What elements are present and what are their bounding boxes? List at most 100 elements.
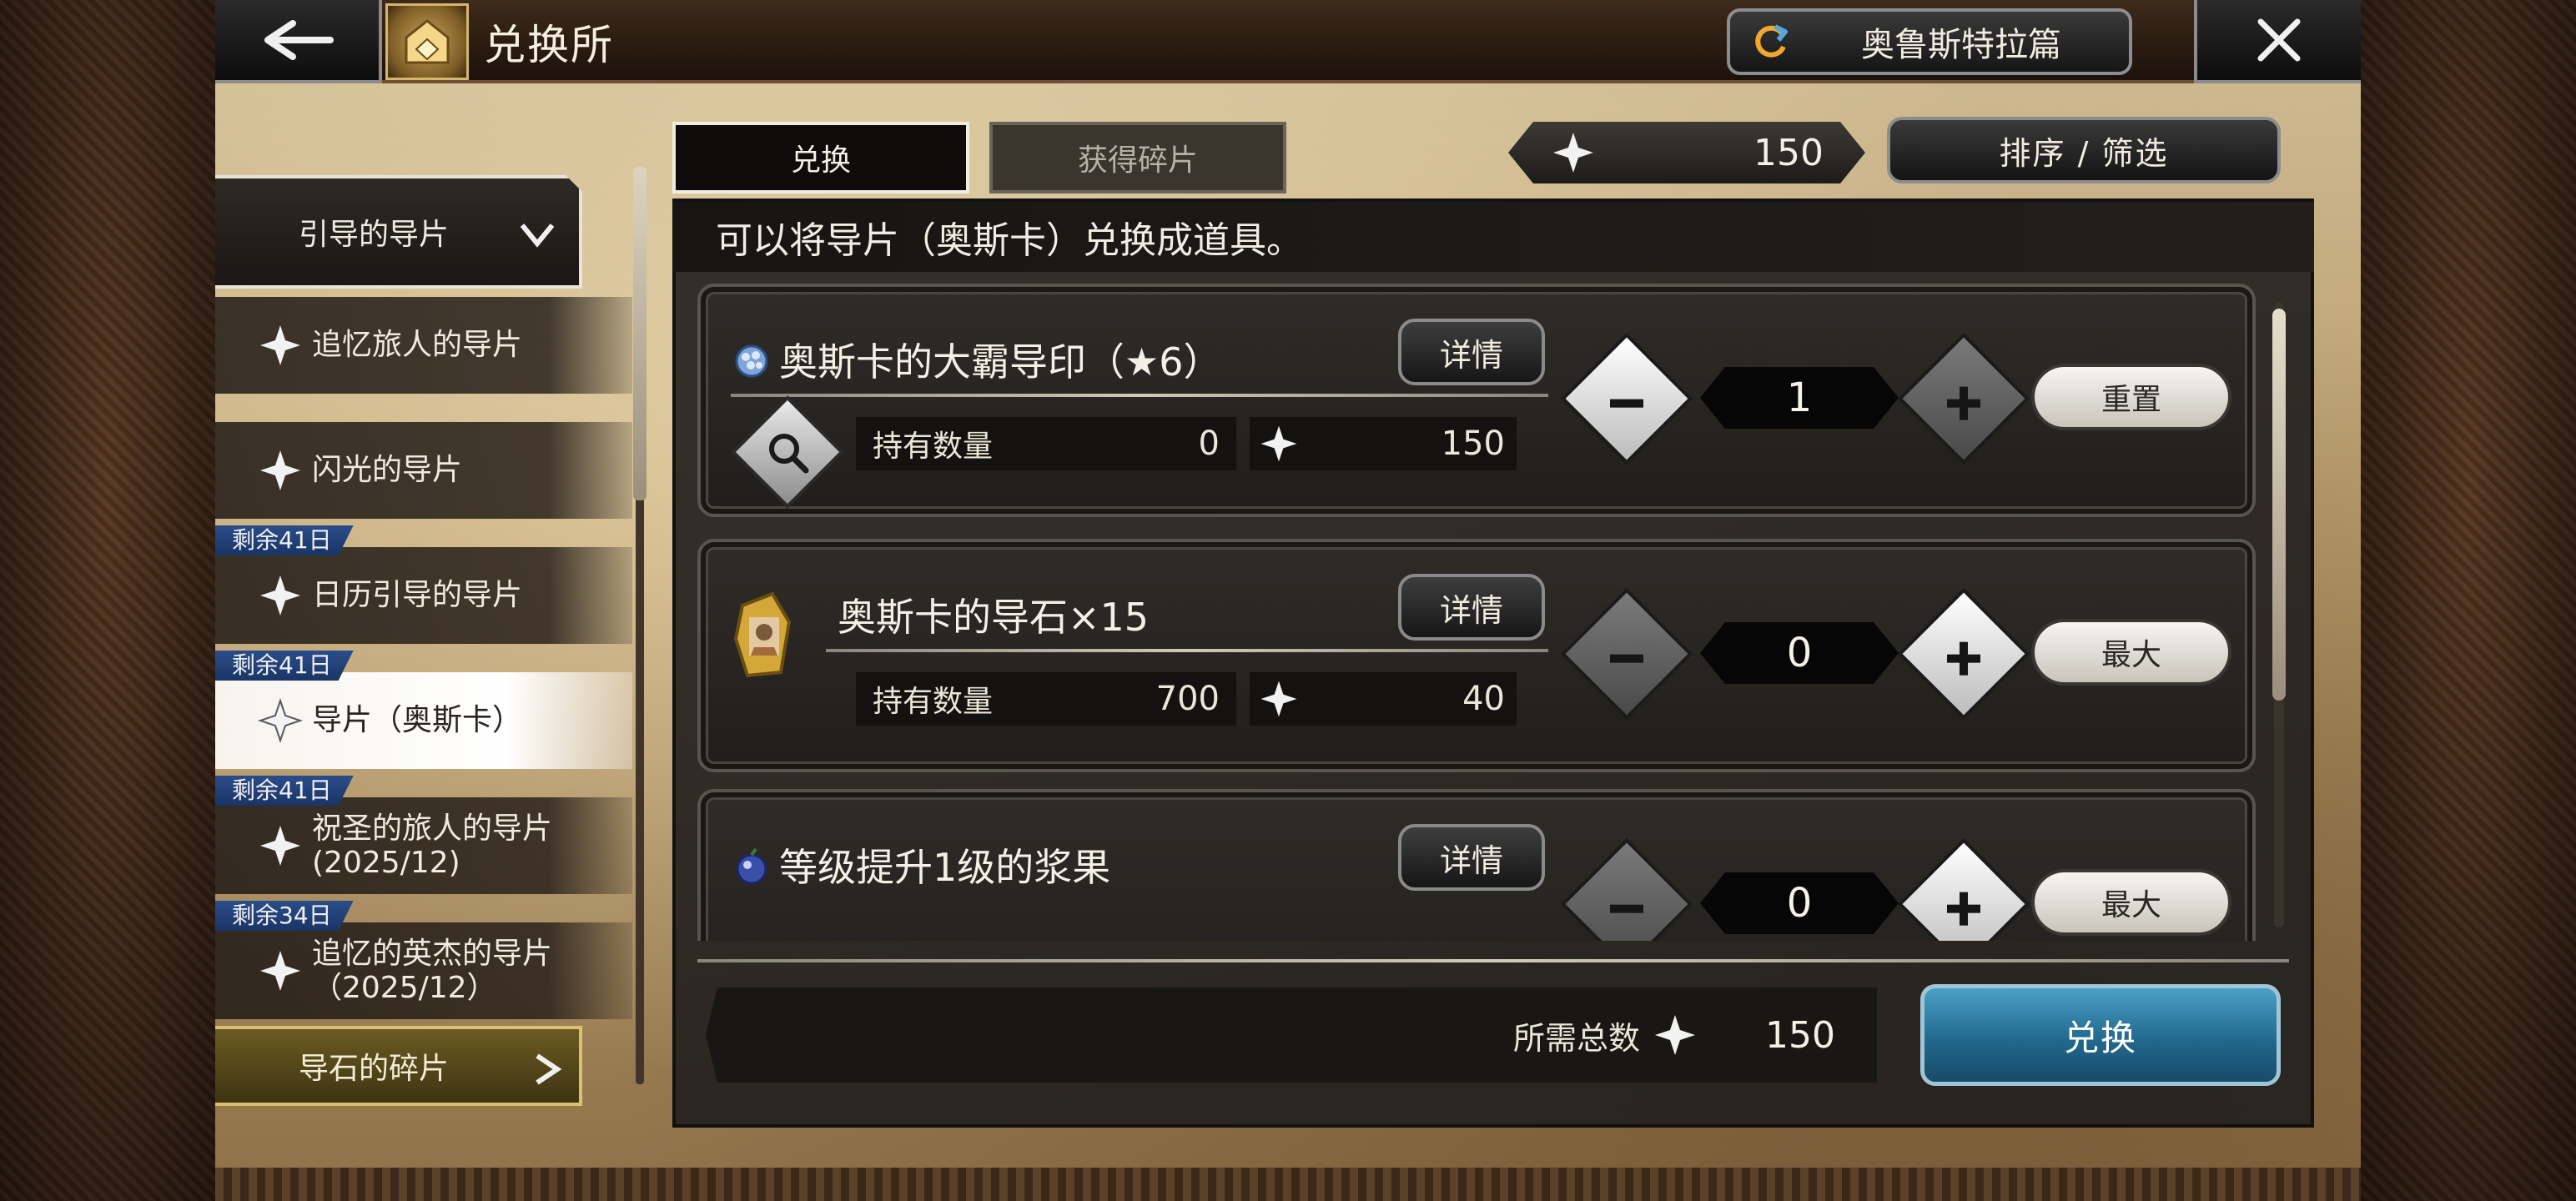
cost-value: 150: [1441, 425, 1505, 463]
reset-button[interactable]: 重置: [2031, 364, 2231, 430]
chevron-down-icon: [520, 224, 555, 248]
divider: [697, 959, 2289, 962]
plus-icon: [1947, 641, 1980, 676]
shard-icon: [1655, 1015, 1696, 1055]
cost: 40: [1250, 672, 1517, 726]
category-header-label: 引导的导片: [299, 218, 450, 252]
decrease-button[interactable]: [1560, 332, 1693, 465]
exchange-item: 等级提升1级的浆果 详情 0 最大: [697, 789, 2256, 941]
sidebar-item-label: 祝圣的旅人的导片 (2025/12): [312, 811, 553, 880]
sidebar-item-calendar[interactable]: 剩余41日 日历引导的导片: [215, 547, 632, 644]
shard-icon: [260, 826, 300, 866]
shard-icon: [1553, 133, 1593, 173]
remaining-days-badge: 剩余41日: [215, 651, 354, 681]
cost: 150: [1250, 417, 1517, 470]
sidebar-item-label: 导片（奥斯卡）: [312, 703, 523, 738]
quantity-value: 0: [1786, 630, 1813, 676]
sidebar-item-shining[interactable]: 闪光的导片: [215, 422, 632, 519]
sidebar-item-label: 日历引导的导片: [312, 578, 523, 613]
chapter-switch-button[interactable]: 奥鲁斯特拉篇: [1727, 8, 2132, 75]
held-quantity: 持有数量 0: [856, 417, 1236, 470]
sidebar-item-oscar[interactable]: 剩余41日 导片（奥斯卡）: [215, 672, 632, 769]
sidebar-item-label: 追忆的英杰的导片 （2025/12）: [312, 936, 553, 1005]
close-button[interactable]: [2194, 0, 2361, 83]
detail-label: 详情: [1439, 842, 1503, 879]
page-title: 兑换所: [484, 21, 614, 69]
sort-filter-label: 排序 / 筛选: [1999, 134, 2169, 172]
exchange-button[interactable]: 兑换: [1920, 984, 2281, 1086]
category-header-gem-shards[interactable]: 导石的碎片: [215, 1026, 582, 1106]
minus-icon: [1610, 904, 1643, 913]
right-border-texture: [2361, 0, 2576, 1201]
total-value: 150: [1765, 1013, 1835, 1057]
sidebar-item-blessed-traveler[interactable]: 剩余41日 祝圣的旅人的导片 (2025/12): [215, 797, 632, 894]
category-header-guide-shards[interactable]: 引导的导片: [215, 175, 582, 289]
shard-icon: [260, 325, 300, 365]
category-footer-label: 导石的碎片: [299, 1052, 450, 1086]
arrow-left-icon: [264, 20, 334, 60]
item-name: 奥斯卡的导石×15: [838, 595, 1150, 640]
sidebar-item-traveler-memory[interactable]: 追忆旅人的导片: [215, 297, 632, 394]
back-button[interactable]: [215, 0, 382, 83]
sidebar-scrollbar[interactable]: [633, 167, 647, 1084]
exchange-item: 奥斯卡的导石×15 详情 持有数量 700 40 0 最大: [697, 539, 2256, 772]
magnifier-icon: [769, 434, 809, 474]
detail-label: 详情: [1439, 591, 1503, 629]
shard-icon: [1260, 681, 1297, 717]
plus-icon: [1947, 892, 1980, 926]
increase-button[interactable]: [1897, 332, 2030, 465]
sidebar-item-label: 闪光的导片: [312, 453, 463, 488]
divider: [826, 649, 1548, 652]
detail-label: 详情: [1439, 336, 1503, 374]
detail-button[interactable]: 详情: [1398, 574, 1545, 641]
sidebar-item-memory-hero[interactable]: 剩余34日 追忆的英杰的导片 （2025/12）: [215, 922, 632, 1019]
remaining-days-badge: 剩余41日: [215, 525, 354, 555]
tab-get-shards[interactable]: 获得碎片: [989, 122, 1286, 193]
remaining-days-badge: 剩余34日: [215, 901, 354, 931]
cost-value: 40: [1462, 680, 1505, 718]
minus-icon: [1610, 654, 1643, 663]
quantity-display: 1: [1700, 367, 1899, 429]
item-name: 等级提升1级的浆果: [779, 845, 1111, 890]
tab-label: 获得碎片: [1077, 143, 1198, 178]
tab-exchange[interactable]: 兑换: [672, 122, 969, 193]
shard-icon: [260, 951, 300, 991]
inspect-button[interactable]: [731, 395, 844, 509]
berry-icon: [736, 847, 767, 885]
detail-button[interactable]: 详情: [1398, 824, 1545, 891]
max-button[interactable]: 最大: [2031, 869, 2231, 936]
description-text: 可以将导片（奥斯卡）兑换成道具。: [716, 219, 1303, 262]
list-scrollbar[interactable]: [2272, 302, 2286, 927]
panel-description: 可以将导片（奥斯卡）兑换成道具。: [672, 202, 2314, 272]
decrease-button[interactable]: [1560, 837, 1693, 941]
total-required: 所需总数 150: [706, 987, 1877, 1083]
close-icon: [2257, 18, 2301, 62]
quantity-display: 0: [1700, 872, 1899, 934]
total-label: 所需总数: [1513, 1019, 1641, 1057]
left-border-texture: [0, 0, 215, 1201]
currency-display: 150: [1508, 122, 1865, 183]
sort-filter-button[interactable]: 排序 / 筛选: [1887, 117, 2281, 183]
shard-icon: [1260, 425, 1297, 462]
exchange-emblem-icon: [385, 3, 469, 80]
chapter-label: 奥鲁斯特拉篇: [1861, 26, 2061, 64]
increase-button[interactable]: [1897, 587, 2030, 721]
item-name: 奥斯卡的大霸导印（★6）: [779, 339, 1222, 384]
increase-button[interactable]: [1897, 837, 2030, 941]
held-label: 持有数量: [873, 430, 994, 464]
tab-label: 兑换: [790, 143, 851, 178]
quantity-value: 1: [1786, 374, 1813, 421]
decrease-button[interactable]: [1560, 587, 1693, 721]
remaining-days-badge: 剩余41日: [215, 776, 354, 806]
held-value: 700: [1155, 680, 1220, 718]
shard-icon: [260, 450, 300, 490]
chevron-right-icon: [536, 1053, 562, 1085]
held-label: 持有数量: [873, 685, 994, 719]
quantity-value: 0: [1786, 880, 1813, 927]
held-value: 0: [1198, 425, 1220, 463]
exchange-item: 奥斯卡的大霸导印（★6） 详情 持有数量 0 150 1 重置: [697, 284, 2256, 517]
seal-icon: [735, 344, 768, 378]
detail-button[interactable]: 详情: [1398, 319, 1545, 385]
shard-icon: [257, 697, 304, 744]
max-button[interactable]: 最大: [2031, 619, 2231, 686]
